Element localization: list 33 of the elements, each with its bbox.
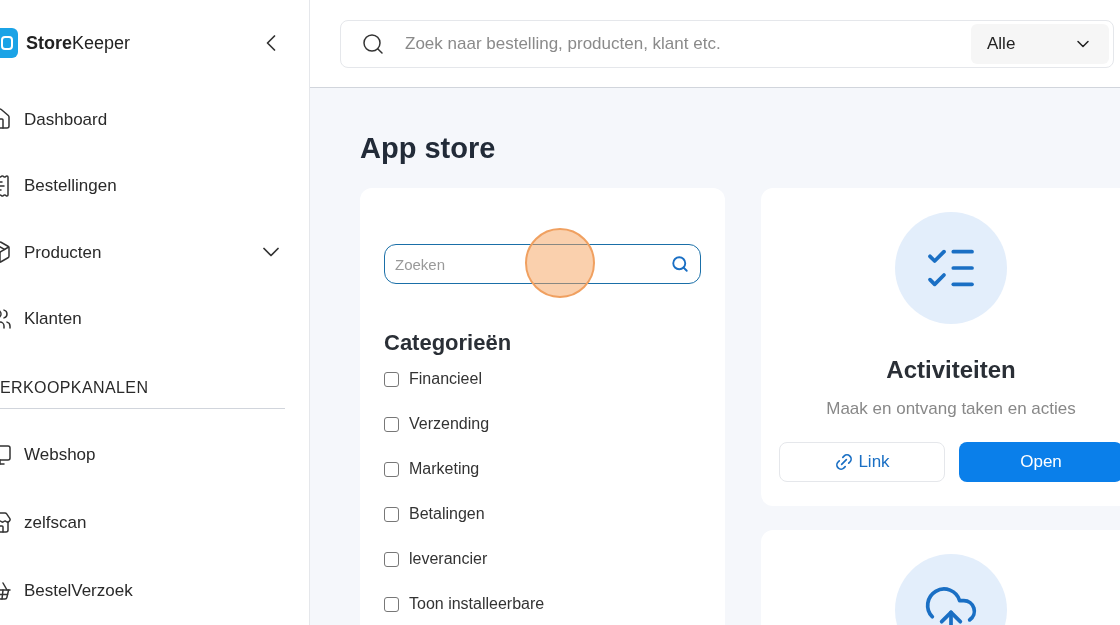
search-icon [671,255,689,273]
checkbox[interactable] [384,416,399,432]
checkbox[interactable] [384,551,399,567]
page-title: App store [360,131,497,166]
sidebar-item[interactable]: Bestellingen [0,152,309,219]
search-bar[interactable]: Zoek naar bestelling, producten, klant etc. Alle [340,19,1114,68]
scope-dropdown[interactable]: Alle [971,23,1109,64]
open-button[interactable]: Open [959,441,1120,482]
checkbox[interactable] [384,461,399,477]
category-label: Financieel [409,369,482,389]
checkbox[interactable] [384,371,399,387]
category-label: Betalingen [409,504,485,524]
category-label: Marketing [409,459,480,479]
search-field[interactable]: Zoeken [384,244,701,284]
section-heading: ERKOOPKANALEN [0,379,149,396]
categories-heading: Categorieën [384,329,513,357]
sidebar-item[interactable]: Klanten [0,285,309,352]
sidebar-item[interactable]: Webshop [0,421,309,489]
sidebar-item[interactable]: BestelVerzoek [0,557,309,625]
search-input[interactable]: Zoek naar bestelling, producten, klant etc. [405,30,951,57]
category-label: Toon installeerbare [409,594,545,614]
category-label: leverancier [409,549,488,569]
app-title: Activiteiten [886,355,1016,385]
sidebar-item[interactable]: zelfscan [0,489,309,557]
checkbox[interactable] [384,596,399,612]
checkbox[interactable] [384,506,399,522]
sidebar-item[interactable]: Dashboard [0,86,309,153]
link-button[interactable]: Link [779,441,945,482]
category-label: Verzending [409,414,490,434]
sidebar-item[interactable]: Producten [0,219,309,286]
app-description: Maak en ontvang taken en acties [826,398,1076,420]
app-logo: StoreKeeper [26,31,132,55]
search-icon [361,31,385,56]
